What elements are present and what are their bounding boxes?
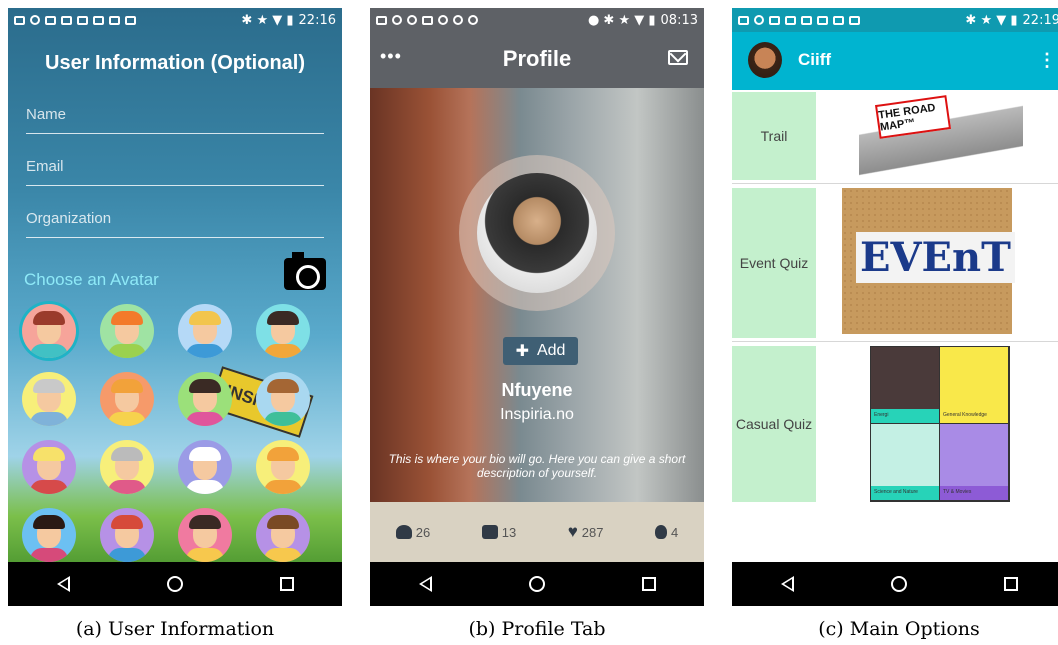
page-title: Profile <box>502 46 572 71</box>
event-corkboard-image: EVEnT <box>842 188 1015 334</box>
caption-c: (c) Main Options <box>818 618 980 640</box>
quiz-tile: Energi <box>871 347 939 423</box>
avatar[interactable] <box>748 42 782 78</box>
avatar-option[interactable] <box>178 508 232 562</box>
status-time: 22:19 <box>1022 12 1058 28</box>
organization-field[interactable]: Organization <box>26 210 324 238</box>
avatar-option[interactable] <box>256 508 310 562</box>
trail-row[interactable]: Trail THE ROAD MAP™ <box>732 92 1058 184</box>
avatar-option[interactable] <box>256 440 310 494</box>
avatar-option[interactable] <box>100 372 154 426</box>
recents-icon[interactable] <box>279 577 294 591</box>
avatar-option[interactable] <box>22 372 76 426</box>
drops-stat[interactable]: 4 <box>654 525 678 540</box>
profile-bio: This is where your bio will go. Here you… <box>388 452 686 480</box>
home-icon[interactable] <box>890 576 907 592</box>
quiz-tile-label: Science and Nature <box>871 486 939 500</box>
stats-bar: 26 13 ♥ 287 4 <box>370 502 704 562</box>
avatar-option[interactable] <box>256 304 310 358</box>
avatar-option[interactable] <box>100 440 154 494</box>
main-options-screen: ✱ ★ ▼ ▮ 22:19 Ciiff ⋮ Trail THE ROAD MAP™… <box>732 8 1058 606</box>
app-header: Ciiff ⋮ <box>732 32 1058 90</box>
home-icon[interactable] <box>528 576 545 592</box>
status-bar: ✱ ★ ▼ ▮ 22:19 <box>732 8 1058 32</box>
quiz-tile: TV & Movies <box>940 424 1008 500</box>
quiz-tile: Science and Nature <box>871 424 939 500</box>
avatar-option[interactable] <box>178 372 232 426</box>
page-title: User Information (Optional) <box>45 52 305 74</box>
likes-stat[interactable]: ♥ 287 <box>568 522 604 542</box>
overflow-menu-icon[interactable]: ⋮ <box>1038 50 1056 71</box>
caption-a: (a) User Information <box>75 618 275 640</box>
quiz-tile-label: General Knowledge <box>940 409 1008 423</box>
plus-icon: ✚ <box>515 343 529 360</box>
comments-stat[interactable]: 13 <box>481 525 516 540</box>
status-bar: ● ✱ ★ ▼ ▮ 08:13 <box>370 8 704 32</box>
caption-b: (b) Profile Tab <box>468 618 606 640</box>
add-label: Add <box>536 342 566 359</box>
avatar-ring <box>459 155 615 311</box>
event-letters: EVEnT <box>856 232 1015 283</box>
profile-photo[interactable] <box>477 173 597 293</box>
avatar-option[interactable] <box>22 440 76 494</box>
name-field[interactable]: Name <box>26 106 324 134</box>
back-icon[interactable] <box>418 576 432 592</box>
drop-icon <box>654 525 667 539</box>
camera-icon[interactable] <box>284 252 326 290</box>
row-label: Casual Quiz <box>732 346 816 502</box>
mail-icon[interactable] <box>668 50 688 65</box>
nav-bar <box>8 562 342 606</box>
quiz-tile: General Knowledge <box>940 347 1008 423</box>
row-label: Event Quiz <box>732 188 816 338</box>
avatar-option[interactable] <box>22 508 76 562</box>
event-quiz-row[interactable]: Event Quiz EVEnT <box>732 186 1058 342</box>
avatar-grid <box>22 304 334 562</box>
profile-name: Nfuyene <box>501 380 573 400</box>
avatar-option[interactable] <box>256 372 310 426</box>
row-label: Trail <box>732 92 816 180</box>
choose-avatar-label: Choose an Avatar <box>24 270 159 289</box>
avatar-option[interactable] <box>178 304 232 358</box>
avatar-option[interactable] <box>22 304 76 358</box>
email-field[interactable]: Email <box>26 158 324 186</box>
quiz-tile-label: TV & Movies <box>940 486 1008 500</box>
casual-quiz-row[interactable]: Casual Quiz Energi General Knowledge Sci… <box>732 344 1058 504</box>
back-icon[interactable] <box>780 576 794 592</box>
road-map-sign: THE ROAD MAP™ <box>874 95 952 139</box>
followers-stat[interactable]: 26 <box>395 525 430 540</box>
status-bar: ✱ ★ ▼ ▮ 22:16 <box>8 8 342 32</box>
avatar-option[interactable] <box>178 440 232 494</box>
app-header: ••• Profile <box>370 32 704 88</box>
profile-org: Inspiria.no <box>500 406 574 423</box>
avatar-option[interactable] <box>100 508 154 562</box>
person-icon <box>395 525 412 539</box>
profile-screen: ● ✱ ★ ▼ ▮ 08:13 ••• Profile ✚ Add Nfuyene … <box>370 8 704 606</box>
avatar-option[interactable] <box>100 304 154 358</box>
heart-icon: ♥ <box>567 522 578 541</box>
user-information-screen: ✱ ★ ▼ ▮ 22:16 User Information (Optional)… <box>8 8 342 606</box>
nav-bar <box>732 562 1058 606</box>
page-title: Ciiff <box>798 50 832 69</box>
add-button[interactable]: ✚ Add <box>503 337 578 365</box>
status-time: 08:13 <box>660 12 698 28</box>
comment-icon <box>481 525 498 539</box>
home-icon[interactable] <box>166 576 183 592</box>
the-road-map-image: THE ROAD MAP™ <box>859 94 1023 180</box>
status-time: 22:16 <box>298 12 336 28</box>
back-icon[interactable] <box>56 576 70 592</box>
recents-icon[interactable] <box>1003 577 1018 591</box>
casual-quiz-grid-image: Energi General Knowledge Science and Nat… <box>870 346 1010 502</box>
quiz-tile-label: Energi <box>871 409 939 423</box>
nav-bar <box>370 562 704 606</box>
recents-icon[interactable] <box>641 577 656 591</box>
